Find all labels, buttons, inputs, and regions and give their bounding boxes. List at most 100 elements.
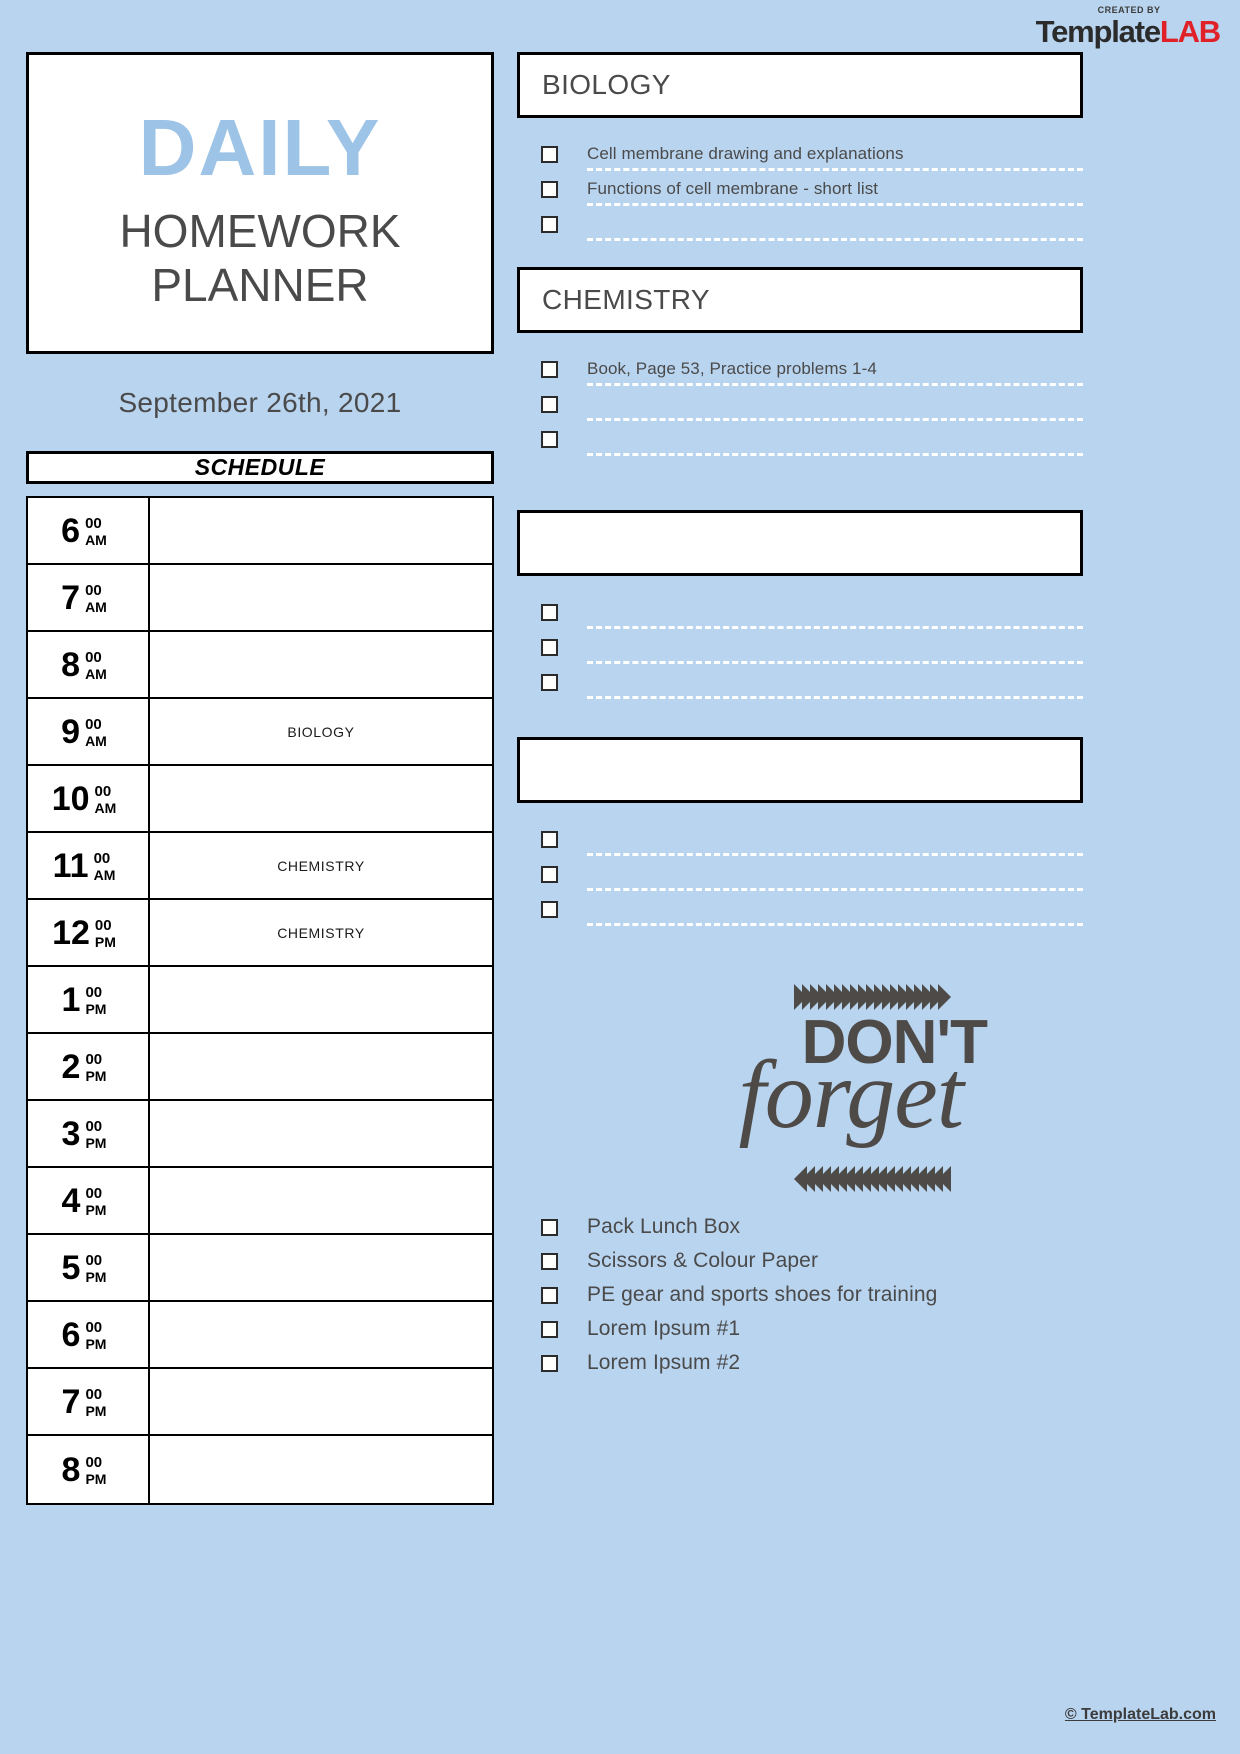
schedule-minutes: 00	[85, 1184, 103, 1202]
list-item[interactable]: Pack Lunch Box	[517, 1210, 1083, 1244]
schedule-entry-input[interactable]: CHEMISTRY	[150, 833, 492, 898]
schedule-time-cell: 10 00 AM	[28, 766, 150, 831]
list-item[interactable]: Lorem Ipsum #2	[517, 1346, 1083, 1380]
schedule-entry-input[interactable]	[150, 766, 492, 831]
subject-title-empty-1[interactable]	[517, 510, 1083, 576]
table-row[interactable]: 8 00 PM	[28, 1436, 492, 1503]
task-list-empty-1	[517, 598, 1083, 703]
task-list-biology: Cell membrane drawing and explanations F…	[517, 140, 1083, 245]
checkbox-icon[interactable]	[541, 1320, 558, 1338]
list-item[interactable]	[517, 390, 1083, 425]
list-item[interactable]: PE gear and sports shoes for training	[517, 1278, 1083, 1312]
table-row[interactable]: 7 00 AM	[28, 565, 492, 632]
task-line: Cell membrane drawing and explanations	[587, 140, 1083, 173]
table-row[interactable]: 6 00 AM	[28, 498, 492, 565]
table-row[interactable]: 9 00 AM BIOLOGY	[28, 699, 492, 766]
footer-copyright[interactable]: © TemplateLab.com	[1065, 1706, 1216, 1724]
table-row[interactable]: 4 00 PM	[28, 1168, 492, 1235]
subject-title-chemistry[interactable]: CHEMISTRY	[517, 267, 1083, 333]
chevron-right-icon	[938, 984, 951, 1010]
dont-forget-wordmark: DON'T forget	[517, 1012, 1083, 1164]
schedule-entry-input[interactable]	[150, 565, 492, 630]
task-line	[587, 633, 1083, 666]
list-item[interactable]: Lorem Ipsum #1	[517, 1312, 1083, 1346]
chevron-right-icon-row	[517, 982, 1083, 1012]
list-item[interactable]	[517, 633, 1083, 668]
checkbox-icon[interactable]	[541, 604, 558, 621]
schedule-hour: 8	[61, 1450, 81, 1489]
checkbox-icon[interactable]	[541, 216, 558, 233]
schedule-entry-input[interactable]	[150, 1034, 492, 1099]
checkbox-icon[interactable]	[541, 1252, 558, 1270]
list-item[interactable]	[517, 668, 1083, 703]
table-row[interactable]: 2 00 PM	[28, 1034, 492, 1101]
chevron-left-icon-row	[517, 1164, 1083, 1194]
reminder-text: Lorem Ipsum #1	[587, 1317, 741, 1340]
checkbox-icon[interactable]	[541, 639, 558, 656]
list-item[interactable]: Cell membrane drawing and explanations	[517, 140, 1083, 175]
checkbox-icon[interactable]	[541, 866, 558, 883]
list-item[interactable]: Functions of cell membrane - short list	[517, 175, 1083, 210]
checkbox-icon[interactable]	[541, 361, 558, 378]
schedule-entry-input[interactable]	[150, 632, 492, 697]
schedule-entry-input[interactable]	[150, 1369, 492, 1434]
list-item[interactable]	[517, 210, 1083, 245]
list-item[interactable]	[517, 860, 1083, 895]
list-item[interactable]: Book, Page 53, Practice problems 1-4	[517, 355, 1083, 390]
table-row[interactable]: 11 00 AM CHEMISTRY	[28, 833, 492, 900]
schedule-entry-input[interactable]: CHEMISTRY	[150, 900, 492, 965]
table-row[interactable]: 3 00 PM	[28, 1101, 492, 1168]
schedule-entry-input[interactable]	[150, 1302, 492, 1367]
table-row[interactable]: 7 00 PM	[28, 1369, 492, 1436]
checkbox-icon[interactable]	[541, 831, 558, 848]
checkbox-icon[interactable]	[541, 1354, 558, 1372]
checkbox-icon[interactable]	[541, 431, 558, 448]
table-row[interactable]: 10 00 AM	[28, 766, 492, 833]
table-row[interactable]: 5 00 PM	[28, 1235, 492, 1302]
checkbox-icon[interactable]	[541, 146, 558, 163]
checkbox-icon[interactable]	[541, 1218, 558, 1236]
schedule-meridiem-group: 00 PM	[85, 1116, 106, 1151]
reminder-text: Pack Lunch Box	[587, 1215, 741, 1238]
schedule-hour: 2	[61, 1047, 81, 1086]
schedule-hour: 8	[61, 645, 81, 684]
schedule-meridiem-group: 00 AM	[85, 647, 107, 682]
list-item[interactable]: Scissors & Colour Paper	[517, 1244, 1083, 1278]
schedule-entry-input[interactable]	[150, 1235, 492, 1300]
list-item[interactable]	[517, 825, 1083, 860]
schedule-entry-input[interactable]	[150, 1101, 492, 1166]
checkbox-icon[interactable]	[541, 181, 558, 198]
checkbox-icon[interactable]	[541, 396, 558, 413]
list-item[interactable]	[517, 598, 1083, 633]
schedule-minutes: 00	[85, 648, 102, 666]
list-item[interactable]	[517, 425, 1083, 460]
task-list-chemistry: Book, Page 53, Practice problems 1-4	[517, 355, 1083, 460]
table-row[interactable]: 1 00 PM	[28, 967, 492, 1034]
subject-title-empty-2[interactable]	[517, 737, 1083, 803]
schedule-entry-input[interactable]	[150, 1436, 492, 1503]
schedule-time-cell: 6 00 AM	[28, 498, 150, 563]
task-line	[587, 895, 1083, 928]
task-line	[587, 825, 1083, 858]
schedule-ampm: PM	[85, 1269, 107, 1286]
checkbox-icon[interactable]	[541, 674, 558, 691]
checkbox-icon[interactable]	[541, 1286, 558, 1304]
schedule-time-cell: 1 00 PM	[28, 967, 150, 1032]
schedule-entry-input[interactable]	[150, 498, 492, 563]
schedule-minutes: 00	[85, 514, 102, 532]
table-row[interactable]: 12 00 PM CHEMISTRY	[28, 900, 492, 967]
checkbox-icon[interactable]	[541, 901, 558, 918]
schedule-entry-input[interactable]	[150, 967, 492, 1032]
page-title-accent: DAILY	[138, 102, 382, 192]
schedule-time-cell: 7 00 PM	[28, 1369, 150, 1434]
table-row[interactable]: 6 00 PM	[28, 1302, 492, 1369]
schedule-entry-input[interactable]	[150, 1168, 492, 1233]
schedule-ampm: PM	[85, 1471, 107, 1488]
list-item[interactable]	[517, 895, 1083, 930]
subject-title-biology[interactable]: BIOLOGY	[517, 52, 1083, 118]
schedule-entry-input[interactable]: BIOLOGY	[150, 699, 492, 764]
table-row[interactable]: 8 00 AM	[28, 632, 492, 699]
schedule-meridiem-group: 00 AM	[85, 580, 107, 615]
schedule-meridiem-group: 00 PM	[85, 1183, 106, 1218]
